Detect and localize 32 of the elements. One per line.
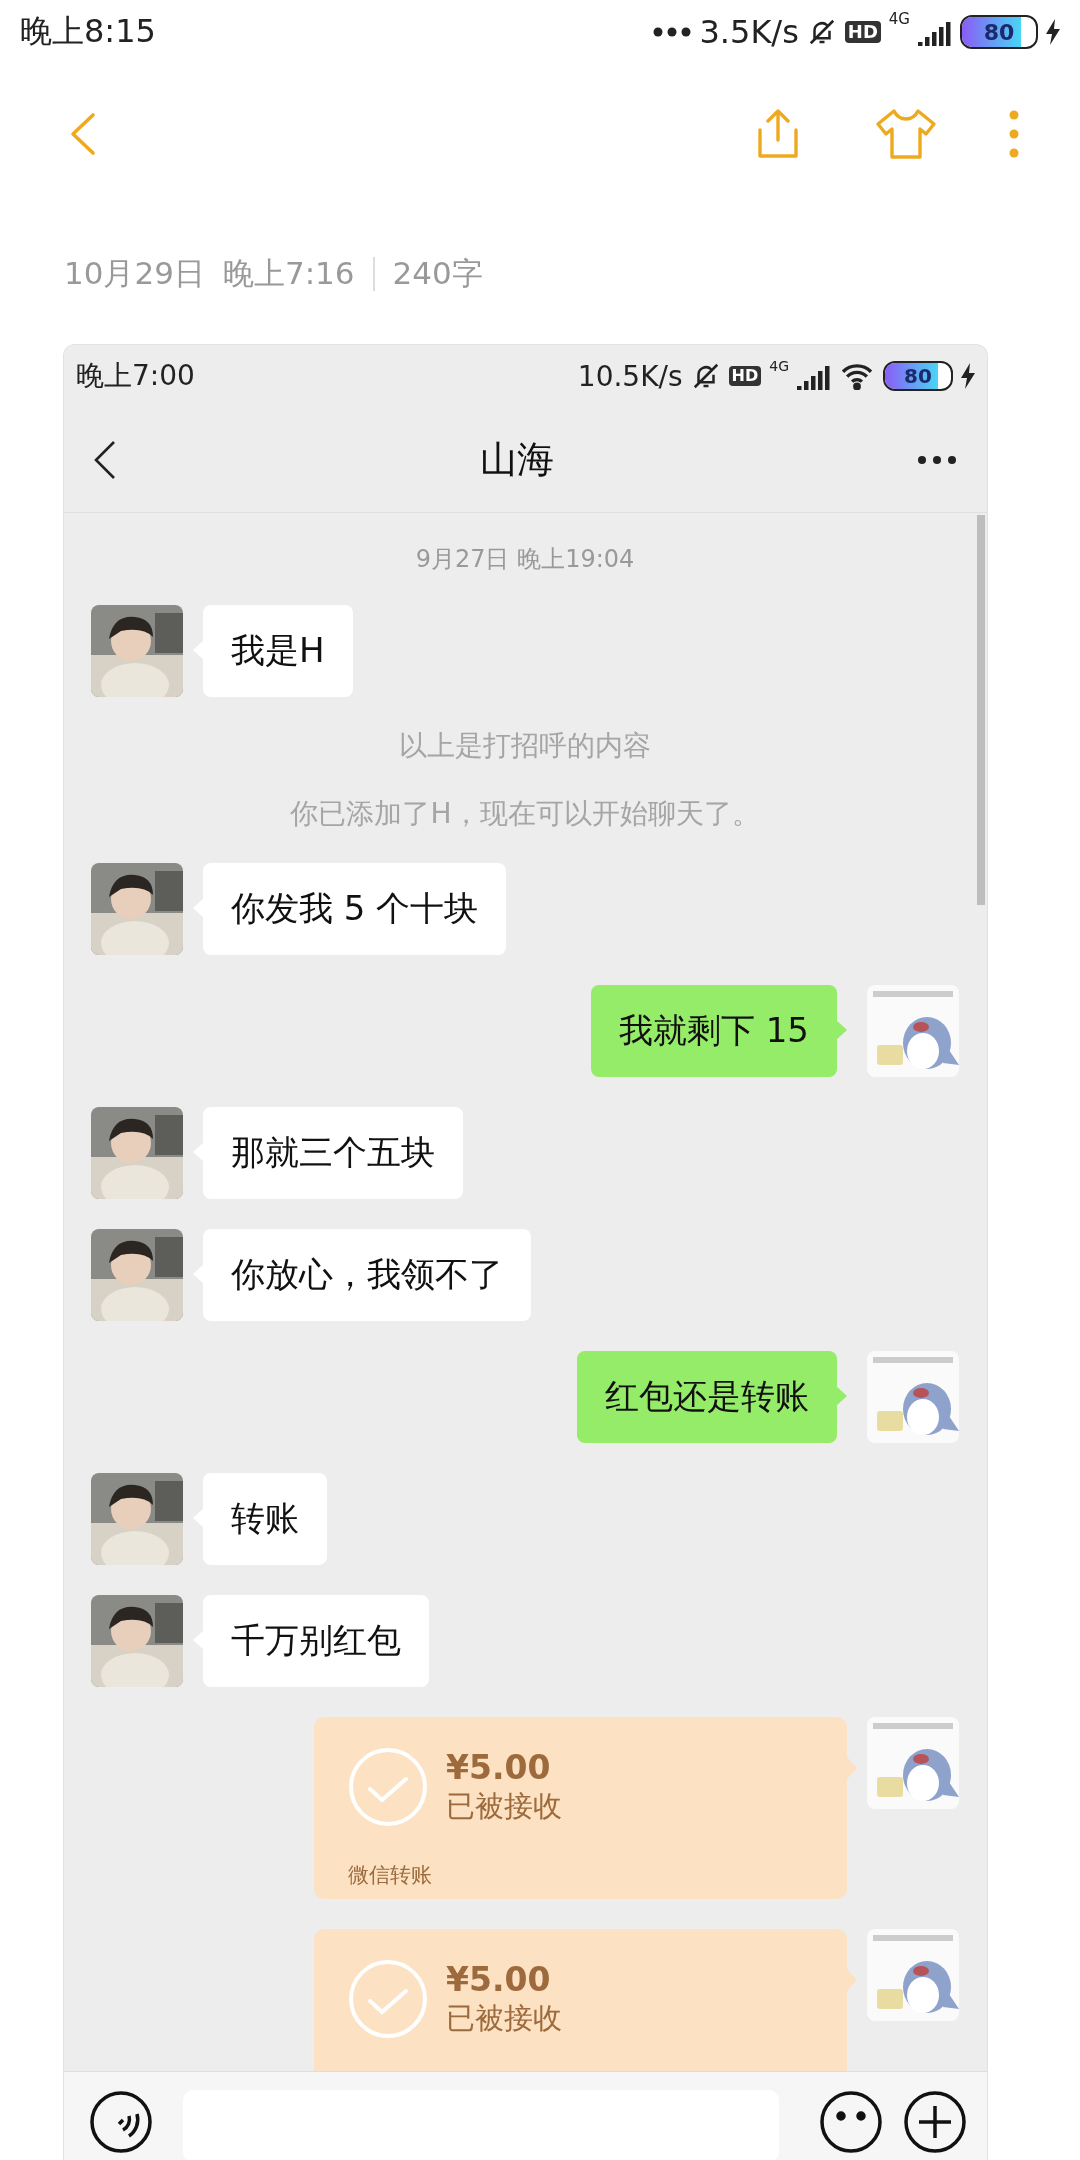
transfer-status: 已被接收 <box>446 1787 562 1825</box>
system-notice: 你已添加了H，现在可以开始聊天了。 <box>290 796 760 832</box>
hd-badge: HD <box>728 366 762 386</box>
hd-badge: HD <box>844 21 881 43</box>
system-notice: 以上是打招呼的内容 <box>399 728 651 764</box>
chat-title: 山海 <box>479 436 554 483</box>
transfer-amount: ¥5.00 <box>446 1960 552 2000</box>
note-date: 10月29日 <box>64 254 205 293</box>
status-time: 晚上7:00 <box>76 358 195 394</box>
battery-level: 80 <box>904 364 932 388</box>
transfer-label: 微信转账 <box>348 1862 432 1889</box>
bubble-tail <box>847 1969 857 1991</box>
emoji-icon[interactable] <box>819 2090 883 2154</box>
note-time: 晚上7:16 <box>222 254 355 293</box>
check-circle-icon <box>348 1959 428 2039</box>
bubble-tail <box>847 1757 857 1779</box>
battery-level: 80 <box>983 19 1015 45</box>
chat-timestamp: 9月27日 晚上19:04 <box>415 544 635 575</box>
notification-dots-icon <box>653 27 692 37</box>
word-count: 240字 <box>392 254 483 293</box>
transfer-amount: ¥5.00 <box>446 1748 552 1788</box>
network-speed: 10.5K/s <box>577 359 683 393</box>
back-icon[interactable] <box>94 439 116 480</box>
voice-icon[interactable] <box>89 2090 153 2154</box>
network-type: 4G <box>888 12 910 27</box>
status-time: 晚上8:15 <box>20 11 156 52</box>
network-type: 4G <box>769 359 789 373</box>
plus-icon[interactable] <box>903 2090 967 2154</box>
network-speed: 3.5K/s <box>699 13 799 51</box>
transfer-status: 已被接收 <box>446 1999 562 2037</box>
more-icon[interactable] <box>917 454 957 465</box>
check-circle-icon <box>348 1747 428 1827</box>
